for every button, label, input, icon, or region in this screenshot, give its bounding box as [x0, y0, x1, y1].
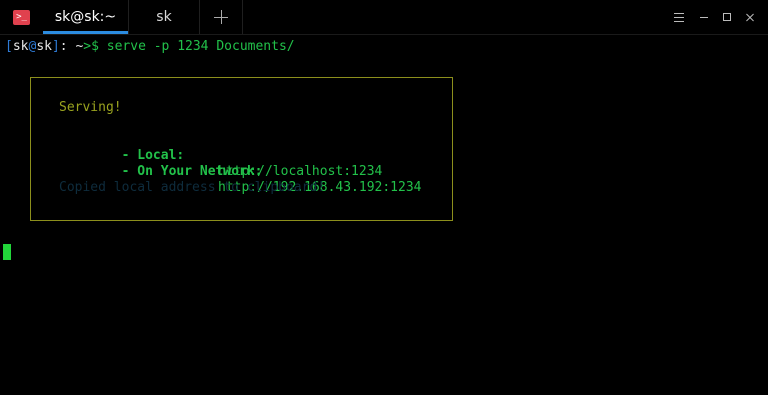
serve-info-box: Serving! - Local: http://localhost:1234 …	[30, 77, 453, 221]
tab-sk-home[interactable]: sk@sk:~	[43, 0, 129, 34]
prompt-user: sk	[12, 39, 29, 54]
title-bar: >_ sk@sk:~ sk	[0, 0, 768, 35]
prompt-bracket: ]	[51, 39, 60, 54]
new-tab-button[interactable]	[200, 0, 243, 34]
command-prompt-line: [sk@sk]: ~>$ serve -p 1234 Documents/	[5, 39, 295, 55]
terminal-app-icon[interactable]: >_	[13, 10, 30, 25]
terminal-cursor	[3, 244, 11, 260]
minimize-icon[interactable]	[697, 10, 711, 24]
command-text: serve -p 1234 Documents/	[98, 39, 295, 54]
close-icon[interactable]	[743, 10, 757, 24]
prompt-host: sk	[36, 39, 52, 54]
maximize-icon[interactable]	[720, 10, 734, 24]
terminal-window: >_ sk@sk:~ sk [sk@sk]: ~>$ serve -p 1234…	[0, 0, 768, 395]
tab-sk[interactable]: sk	[129, 0, 200, 34]
network-label: - On Your Network:	[121, 164, 263, 179]
prompt-path: ~	[67, 39, 84, 54]
clipboard-notice: Copied local address to clipboard!	[59, 180, 326, 195]
menu-icon[interactable]	[672, 10, 686, 24]
prompt-symbol: >$	[83, 39, 99, 54]
tab-label: sk	[156, 9, 172, 25]
prompt-bracket: [	[5, 39, 13, 54]
serving-status: Serving!	[59, 100, 122, 115]
prompt-colon: :	[59, 39, 68, 54]
tab-label: sk@sk:~	[54, 9, 117, 25]
terminal-output[interactable]: [sk@sk]: ~>$ serve -p 1234 Documents/ Se…	[0, 35, 768, 395]
